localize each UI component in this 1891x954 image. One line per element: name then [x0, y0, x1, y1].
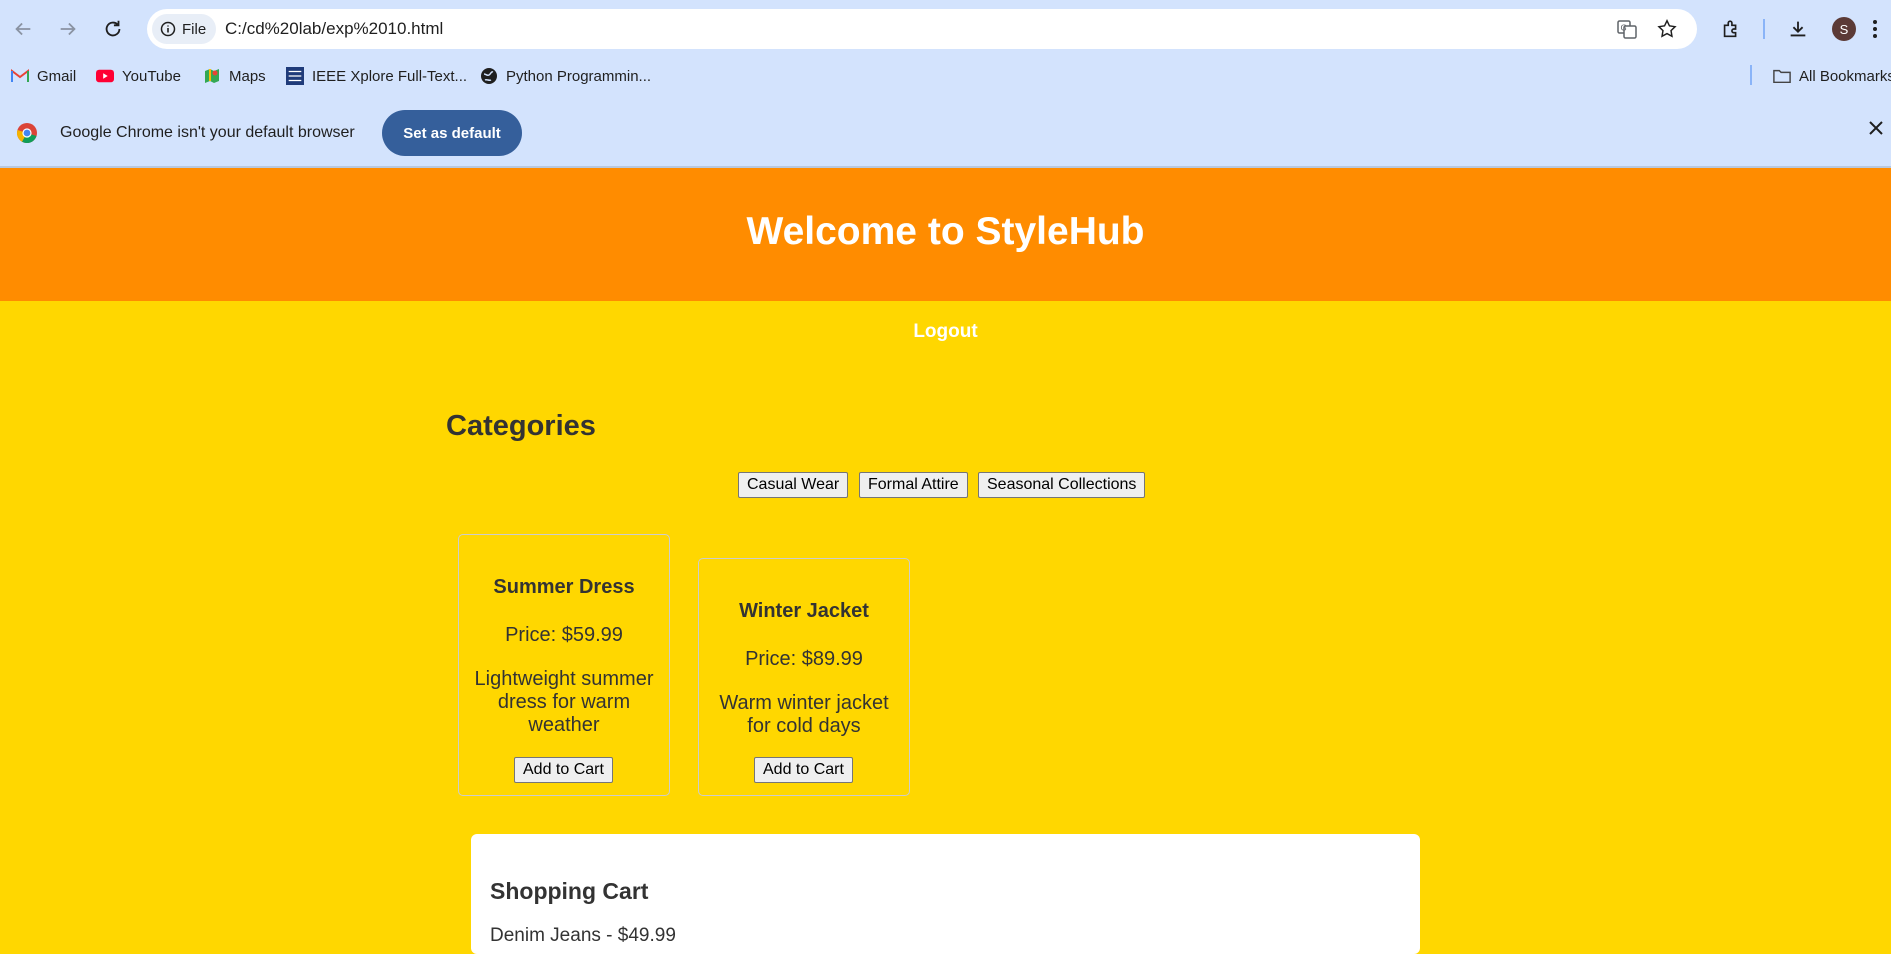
gmail-icon — [11, 67, 29, 85]
back-button[interactable] — [5, 11, 41, 47]
bookmark-label: YouTube — [122, 67, 181, 85]
product-name: Winter Jacket — [739, 600, 869, 622]
bookmark-label: IEEE Xplore Full-Text... — [312, 67, 468, 85]
shopping-cart: Shopping Cart Denim Jeans - $49.99 — [471, 834, 1420, 954]
add-to-cart-button[interactable]: Add to Cart — [514, 757, 613, 783]
bookmark-python[interactable]: Python Programmin... — [480, 64, 651, 88]
bookmark-star-button[interactable] — [1653, 15, 1681, 43]
address-bar[interactable]: File C:/cd%20lab/exp%2010.html G — [147, 9, 1697, 49]
bookmark-gmail[interactable]: Gmail — [11, 64, 76, 88]
category-casual-wear-button[interactable]: Casual Wear — [738, 472, 849, 498]
youtube-icon — [96, 67, 114, 85]
product-card-summer-dress: Summer Dress Price: $59.99 Lightweight s… — [458, 534, 670, 796]
reload-icon — [105, 20, 121, 37]
maps-icon — [203, 67, 221, 85]
bookmark-maps[interactable]: Maps — [203, 64, 266, 88]
info-icon — [160, 21, 176, 37]
infobar-close-button[interactable] — [1868, 120, 1890, 146]
puzzle-icon — [1723, 20, 1737, 38]
cart-item: Denim Jeans - $49.99 — [490, 925, 676, 946]
product-description: Lightweight summer dress for warm weathe… — [474, 668, 654, 736]
globe-icon — [480, 67, 498, 85]
translate-button[interactable]: G — [1613, 15, 1641, 43]
site-title: Welcome to StyleHub — [746, 210, 1145, 253]
toolbar-divider — [1763, 19, 1765, 39]
download-icon — [1790, 21, 1806, 37]
bookmarks-divider — [1750, 65, 1752, 85]
browser-chrome: File C:/cd%20lab/exp%2010.html G S Gmail… — [0, 0, 1891, 168]
downloads-button[interactable] — [1780, 11, 1816, 47]
back-arrow-icon — [15, 22, 31, 36]
svg-text:G: G — [1621, 24, 1627, 33]
extensions-button[interactable] — [1713, 11, 1749, 47]
avatar: S — [1832, 17, 1856, 41]
add-to-cart-button[interactable]: Add to Cart — [754, 757, 853, 783]
close-icon — [1869, 121, 1883, 135]
product-price: Price: $59.99 — [505, 624, 623, 646]
bookmark-youtube[interactable]: YouTube — [96, 64, 181, 88]
category-seasonal-collections-button[interactable]: Seasonal Collections — [978, 472, 1146, 498]
bookmark-label: All Bookmarks — [1799, 67, 1891, 85]
product-name: Summer Dress — [493, 576, 635, 598]
bookmarks-bar: Gmail YouTube Maps IEEE Xplore Full-Text… — [0, 58, 1891, 94]
product-price: Price: $89.99 — [745, 648, 863, 670]
profile-button[interactable]: S — [1826, 11, 1862, 47]
product-card-winter-jacket: Winter Jacket Price: $89.99 Warm winter … — [698, 558, 910, 796]
all-bookmarks-button[interactable]: All Bookmarks — [1773, 64, 1891, 88]
page-content: Welcome to StyleHub Logout Categories Ca… — [0, 168, 1891, 954]
site-info-chip[interactable]: File — [152, 14, 217, 44]
infobar-message: Google Chrome isn't your default browser — [60, 124, 355, 141]
forward-arrow-icon — [60, 22, 76, 36]
categories-heading: Categories — [446, 410, 596, 442]
address-row: File C:/cd%20lab/exp%2010.html G S — [0, 0, 1891, 58]
bookmark-label: Gmail — [37, 67, 77, 85]
bookmark-label: Python Programmin... — [506, 67, 652, 85]
forward-button[interactable] — [50, 11, 86, 47]
menu-button[interactable] — [1862, 11, 1888, 47]
bookmark-label: Maps — [229, 67, 266, 85]
ieee-icon — [286, 67, 304, 85]
bookmark-ieee[interactable]: IEEE Xplore Full-Text... — [286, 64, 467, 88]
site-chip-label: File — [182, 20, 207, 38]
logout-link[interactable]: Logout — [0, 321, 1891, 343]
product-description: Warm winter jacket for cold days — [719, 692, 889, 737]
kebab-menu-icon — [1873, 20, 1877, 38]
star-icon — [1657, 19, 1677, 38]
chrome-logo-icon — [17, 123, 37, 144]
reload-button[interactable] — [95, 11, 131, 47]
category-formal-attire-button[interactable]: Formal Attire — [859, 472, 968, 498]
folder-icon — [1773, 67, 1791, 85]
url-text[interactable]: C:/cd%20lab/exp%2010.html — [225, 19, 443, 39]
site-header: Welcome to StyleHub — [0, 168, 1891, 301]
cart-title: Shopping Cart — [490, 878, 649, 904]
set-as-default-button[interactable]: Set as default — [382, 110, 522, 156]
translate-icon: G — [1617, 20, 1637, 39]
